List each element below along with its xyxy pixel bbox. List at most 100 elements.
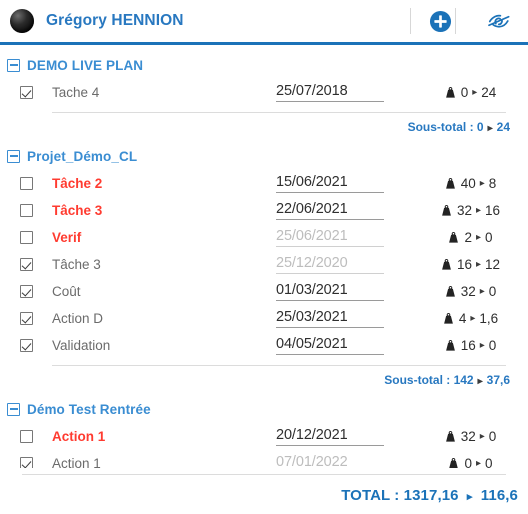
weight-from-value: 40 — [460, 176, 476, 191]
task-date-input[interactable] — [276, 174, 384, 193]
task-name-label: Action D — [52, 311, 104, 326]
task-done-checkbox[interactable] — [19, 177, 33, 190]
weight-cell: 2 ▸ 0 — [420, 230, 528, 245]
task-name-label: Validation — [52, 338, 111, 353]
group-header-2[interactable]: Démo Test Rentrée — [0, 399, 528, 419]
weight-from-value: 32 — [460, 284, 476, 299]
task-name-label: Verif — [52, 230, 82, 245]
task-done-checkbox[interactable] — [19, 430, 33, 443]
task-done-checkbox[interactable] — [19, 231, 33, 244]
weight-icon — [445, 285, 455, 297]
weight-to-value: 0 — [485, 230, 493, 245]
arrow-icon: ▸ — [475, 258, 482, 270]
add-task-button[interactable] — [425, 6, 455, 36]
weight-from-value: 4 — [458, 311, 467, 326]
arrow-icon: ▸ — [472, 86, 478, 98]
arrow-icon: ▸ — [487, 123, 493, 134]
minus-square-icon[interactable] — [7, 149, 20, 163]
task-row: Action 1 0▸0 — [0, 450, 528, 468]
weight-cell: 16 ▸ 0 — [420, 338, 528, 353]
task-row: Verif 2▸0 — [0, 224, 528, 251]
group-subtotal: Sous-total : 0 ▸ 24 — [0, 113, 528, 136]
weight-cell: 0 ▸ 0 — [420, 456, 528, 468]
subtotal-from-value: 142 — [453, 373, 474, 387]
task-done-checkbox[interactable] — [19, 285, 33, 298]
weight-cell: 40 ▸ 8 — [420, 176, 528, 191]
weight-cell: 32 ▸ 16 — [420, 203, 528, 218]
task-date-input[interactable] — [276, 228, 384, 247]
date-cell — [276, 336, 406, 355]
task-row: Tâche 2 40▸8 — [0, 170, 528, 197]
task-group: DEMO LIVE PLANTache 40▸24Sous-total : 0▸… — [0, 45, 528, 136]
checkbox-cell — [0, 258, 52, 271]
arrow-icon: ▸ — [475, 204, 482, 216]
task-date-input[interactable] — [276, 201, 384, 220]
header-divider-1 — [410, 8, 411, 34]
group-header-0[interactable]: DEMO LIVE PLAN — [0, 55, 528, 75]
weight-from-value: 0 — [464, 456, 472, 468]
task-date-input[interactable] — [276, 282, 384, 301]
footer-area: TOTAL : 1317,16 ▸ 116,6 — [0, 468, 528, 514]
weight-to-value: 0 — [488, 338, 497, 353]
task-done-checkbox[interactable] — [19, 258, 33, 271]
task-groups-container: DEMO LIVE PLANTache 40▸24Sous-total : 0▸… — [0, 45, 528, 468]
task-row: Action D 4▸1,6 — [0, 305, 528, 332]
task-done-checkbox[interactable] — [19, 339, 33, 352]
arrow-icon: ▸ — [479, 177, 485, 189]
minus-square-icon[interactable] — [7, 58, 20, 72]
weight-to-value: 0 — [488, 284, 497, 299]
total-to-value: 116,6 — [480, 487, 518, 504]
task-group: Démo Test Rentrée Action 132▸0Action 10▸0 — [0, 389, 528, 468]
group-header-1[interactable]: Projet_Démo_CL — [0, 146, 528, 166]
subtotal-label: Sous-total : — [407, 120, 474, 134]
task-date-input[interactable] — [276, 454, 384, 468]
group-title: Projet_Démo_CL — [27, 148, 138, 164]
plus-circle-icon — [429, 10, 451, 32]
weight-icon — [445, 430, 455, 442]
task-done-checkbox[interactable] — [19, 204, 33, 217]
weight-to-value: 1,6 — [479, 311, 499, 326]
subtotal-label: Sous-total : — [384, 373, 451, 387]
checkbox-cell — [0, 285, 52, 298]
task-date-input[interactable] — [276, 255, 384, 274]
task-name-label: Tâche 3 — [52, 203, 103, 218]
weight-to-value: 0 — [488, 429, 497, 444]
checkbox-cell — [0, 204, 52, 217]
weight-icon — [445, 339, 455, 351]
group-subtotal: Sous-total : 142 ▸ 37,6 — [0, 366, 528, 389]
task-date-input[interactable] — [276, 427, 384, 446]
date-cell — [276, 174, 406, 193]
weight-cell: 16 ▸ 12 — [420, 257, 528, 272]
task-row: Coût 32▸0 — [0, 278, 528, 305]
task-date-input[interactable] — [276, 336, 384, 355]
weight-from-value: 2 — [464, 230, 472, 245]
arrow-icon: ▸ — [470, 312, 476, 324]
minus-square-icon[interactable] — [7, 402, 20, 416]
weight-cell: 32 ▸ 0 — [420, 284, 528, 299]
task-done-checkbox[interactable] — [19, 86, 33, 99]
checkbox-cell — [0, 430, 52, 443]
date-cell — [276, 427, 406, 446]
weight-from-value: 0 — [460, 85, 469, 100]
weight-to-value: 0 — [485, 456, 493, 468]
task-done-checkbox[interactable] — [19, 457, 33, 468]
arrow-icon: ▸ — [479, 339, 485, 351]
checkbox-cell — [0, 177, 52, 190]
arrow-icon: ▸ — [475, 457, 482, 468]
weight-to-value: 16 — [485, 203, 501, 218]
task-date-input[interactable] — [276, 83, 384, 102]
weight-icon — [445, 177, 455, 189]
total-from-value: 1317,16 — [403, 487, 459, 504]
date-cell — [276, 255, 406, 274]
weight-icon — [449, 231, 459, 243]
grand-total: TOTAL : 1317,16 ▸ 116,6 — [0, 475, 528, 514]
group-rows: Tâche 240▸8Tâche 332▸16Verif2▸0Tâche 316… — [0, 170, 528, 359]
task-row: Action 1 32▸0 — [0, 423, 528, 450]
task-done-checkbox[interactable] — [19, 312, 33, 325]
checkbox-cell — [0, 231, 52, 244]
task-date-input[interactable] — [276, 309, 384, 328]
hide-completed-button[interactable] — [484, 6, 514, 36]
date-cell — [276, 454, 406, 468]
checkbox-cell — [0, 457, 52, 468]
date-cell — [276, 282, 406, 301]
